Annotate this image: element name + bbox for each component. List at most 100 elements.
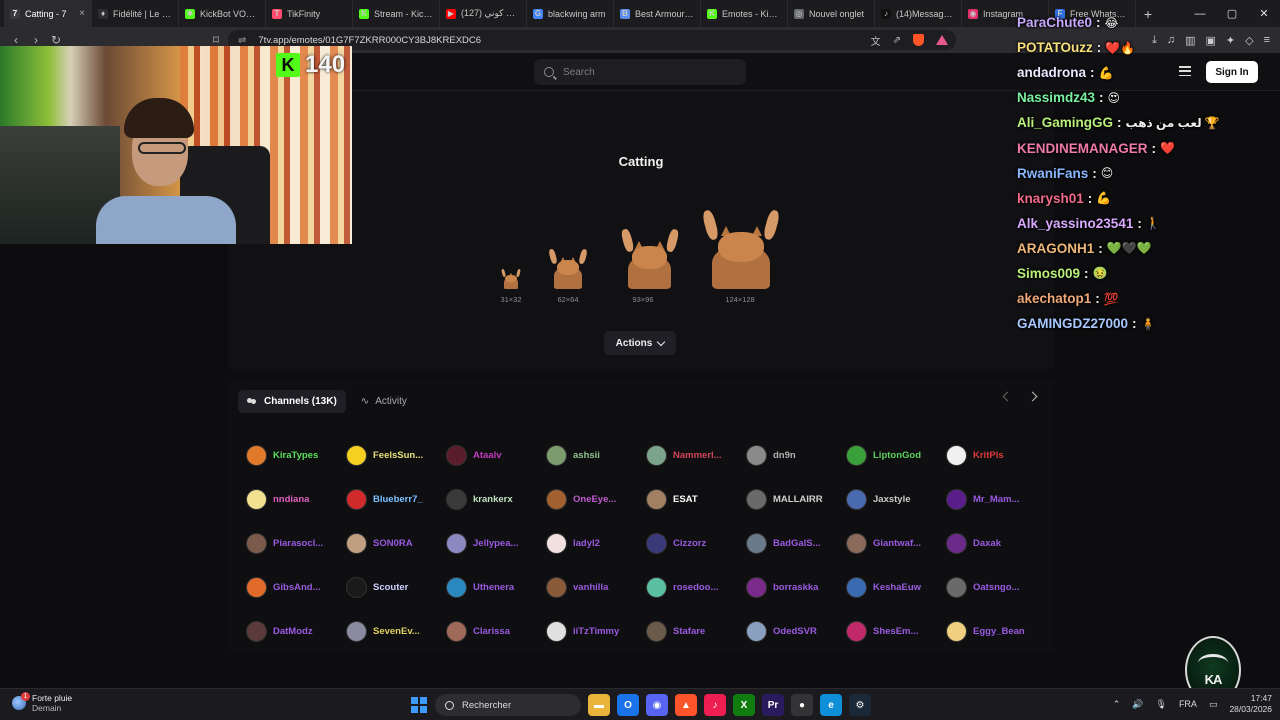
channel-item[interactable]: SevenEv... (346, 609, 446, 653)
tab-label: Fidélité | Le me (113, 8, 172, 19)
tab-channels[interactable]: Channels (13K) (238, 390, 346, 413)
channel-item[interactable]: Oatsngo... (946, 565, 1046, 609)
channel-item[interactable]: Nammerl... (646, 433, 746, 477)
channel-item[interactable]: Eggy_Bean (946, 609, 1046, 653)
channel-name: vanhilla (573, 581, 609, 593)
channel-item[interactable]: Cizzorz (646, 521, 746, 565)
browser-tab[interactable]: K Emotes - Kick D (701, 0, 788, 27)
weather-widget[interactable]: Forte pluie Demain (12, 692, 72, 713)
bookmark-icon[interactable]: ⌑ (206, 33, 226, 47)
translate-icon[interactable]: 文 (871, 33, 881, 48)
start-button[interactable] (411, 697, 427, 713)
network-icon[interactable]: ▭ (1209, 699, 1218, 710)
emote-preview[interactable]: 62×64 (544, 248, 592, 304)
channel-item[interactable]: Blueberr7_ (346, 477, 446, 521)
back-icon[interactable]: ‹ (6, 33, 26, 47)
microphone-icon[interactable]: 🎙 (1156, 699, 1167, 710)
channel-item[interactable]: FeelsSun... (346, 433, 446, 477)
taskbar-search[interactable]: Rechercher (435, 694, 581, 716)
brave-shield-icon[interactable] (913, 34, 924, 46)
channel-item[interactable]: OneEye... (546, 477, 646, 521)
close-tab-icon[interactable]: × (79, 8, 85, 19)
browser-tab[interactable]: Gblackwing arm (527, 0, 614, 27)
browser-tab[interactable]: 7 Catting - 7 × (4, 0, 92, 27)
channel-item[interactable]: ShesEm... (846, 609, 946, 653)
channel-item[interactable]: OdedSVR (746, 609, 846, 653)
files-app-icon[interactable]: ▬ (588, 694, 610, 716)
channel-item[interactable]: KritPls (946, 433, 1046, 477)
weather-subtitle: Demain (32, 703, 62, 713)
channel-item[interactable]: SON0RA (346, 521, 446, 565)
channel-item[interactable]: Stafare (646, 609, 746, 653)
channel-item[interactable]: KiraTypes (246, 433, 346, 477)
channel-item[interactable]: ashsii (546, 433, 646, 477)
channel-item[interactable]: krankerx (446, 477, 546, 521)
search-input[interactable]: Search (534, 59, 746, 85)
browser-tab[interactable]: ♪ (14)Messages | (875, 0, 962, 27)
channel-item[interactable]: vanhilla (546, 565, 646, 609)
channel-item[interactable]: Giantwaf... (846, 521, 946, 565)
browser-tab[interactable]: ◎ Nouvel onglet (788, 0, 875, 27)
channel-item[interactable]: Jaxstyle (846, 477, 946, 521)
chat-separator: : (1096, 40, 1102, 56)
emote-preview[interactable]: 124×128 (700, 209, 781, 304)
chat-message-text: 🧍 (1140, 316, 1156, 331)
channel-row: DatModz SevenEv... Clarissa iiTzTimmy Stafar… (246, 609, 1046, 653)
previous-page-icon[interactable] (1002, 391, 1013, 402)
tray-overflow-icon[interactable]: ⌃ (1113, 699, 1121, 710)
volume-icon[interactable]: 🔊 (1132, 699, 1143, 710)
actions-button[interactable]: Actions (604, 331, 676, 355)
channel-item[interactable]: ladyl2 (546, 521, 646, 565)
brave-rewards-icon[interactable] (936, 35, 948, 45)
emote-preview[interactable]: 93×96 (619, 228, 680, 304)
channel-item[interactable]: Piarasocl... (246, 521, 346, 565)
channel-item[interactable]: iiTzTimmy (546, 609, 646, 653)
share-icon[interactable]: ⇗ (893, 35, 901, 46)
premiere-app-icon[interactable]: Pr (762, 694, 784, 716)
brave-app-icon[interactable]: ▲ (675, 694, 697, 716)
browser-tab[interactable]: T TikFinity (266, 0, 353, 27)
avatar (746, 488, 767, 510)
obs-app-icon[interactable]: ● (791, 694, 813, 716)
language-indicator[interactable]: FRA (1179, 699, 1197, 709)
channel-item[interactable]: Ataalv (446, 433, 546, 477)
tiktok-app-icon[interactable]: ♪ (704, 694, 726, 716)
browser-tab[interactable]: K Stream - Kick D (353, 0, 440, 27)
reload-icon[interactable]: ↻ (46, 33, 66, 47)
channel-item[interactable]: rosedoo... (646, 565, 746, 609)
tab-favicon-icon: ♦ (98, 8, 108, 19)
steam-app-icon[interactable]: ⚙ (849, 694, 871, 716)
tab-activity[interactable]: ∿ Activity (352, 390, 416, 413)
outlook-app-icon[interactable]: O (617, 694, 639, 716)
channel-item[interactable]: LiptonGod (846, 433, 946, 477)
channel-item[interactable]: Uthenera (446, 565, 546, 609)
xbox-app-icon[interactable]: X (733, 694, 755, 716)
browser-tab[interactable]: ✱ KickBot VOD Ed (179, 0, 266, 27)
channel-item[interactable]: Scouter (346, 565, 446, 609)
channel-item[interactable]: MALLAIRR (746, 477, 846, 521)
channel-item[interactable]: Daxak (946, 521, 1046, 565)
next-page-icon[interactable] (1027, 391, 1038, 402)
clock[interactable]: 17:47 28/03/2026 (1229, 693, 1272, 715)
channel-item[interactable]: GibsAnd... (246, 565, 346, 609)
channel-item[interactable]: nndiana (246, 477, 346, 521)
channel-item[interactable]: Mr_Mam... (946, 477, 1046, 521)
channel-item[interactable]: KeshaEuw (846, 565, 946, 609)
browser-tab[interactable]: ♦ Fidélité | Le me (92, 0, 179, 27)
forward-icon[interactable]: › (26, 33, 46, 47)
channel-item[interactable]: Jellypea... (446, 521, 546, 565)
channel-item[interactable]: borraskka (746, 565, 846, 609)
site-settings-icon[interactable]: ⇌ (238, 35, 246, 46)
browser-tab[interactable]: ▶ (127) كوني كوني (440, 0, 527, 27)
channel-item[interactable]: ESAT (646, 477, 746, 521)
edge-app-icon[interactable]: e (820, 694, 842, 716)
discord-app-icon[interactable]: ◉ (646, 694, 668, 716)
channel-item[interactable]: Clarissa (446, 609, 546, 653)
avatar (346, 444, 367, 466)
chat-message-text: 😂 (1104, 15, 1119, 30)
channel-item[interactable]: DatModz (246, 609, 346, 653)
channel-item[interactable]: BadGalS... (746, 521, 846, 565)
channel-item[interactable]: dn9n (746, 433, 846, 477)
emote-preview[interactable]: 31×32 (487, 268, 535, 304)
browser-tab[interactable]: B Best Armour in (614, 0, 701, 27)
